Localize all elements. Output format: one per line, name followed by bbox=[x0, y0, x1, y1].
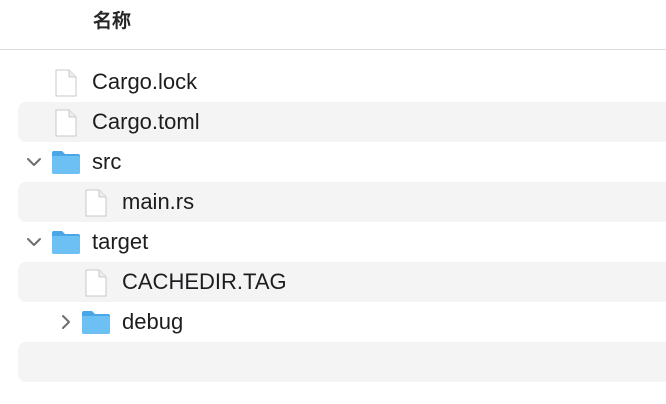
item-name: Cargo.lock bbox=[92, 69, 198, 94]
document-icon bbox=[81, 188, 111, 218]
item-name: main.rs bbox=[122, 189, 195, 214]
chevron-down-icon[interactable] bbox=[24, 152, 44, 172]
document-icon bbox=[51, 68, 81, 98]
chevron-right-icon[interactable] bbox=[56, 312, 76, 332]
folder-icon bbox=[50, 227, 80, 257]
file-list: Cargo.lock Cargo.toml src main.rs target… bbox=[0, 62, 666, 382]
finder-list-view: 名称 Cargo.lock Cargo.toml src main.rs tar… bbox=[0, 0, 666, 404]
item-name: Cargo.toml bbox=[92, 109, 200, 134]
list-item[interactable]: debug bbox=[18, 302, 666, 342]
no-disclosure bbox=[22, 112, 42, 132]
document-icon bbox=[51, 108, 81, 138]
list-item[interactable]: main.rs bbox=[18, 182, 666, 222]
list-item[interactable]: src bbox=[18, 142, 666, 182]
item-name: debug bbox=[122, 309, 184, 334]
name-column-header[interactable]: 名称 bbox=[93, 10, 131, 34]
chevron-down-icon[interactable] bbox=[24, 232, 44, 252]
document-icon bbox=[81, 268, 111, 298]
item-name: src bbox=[92, 149, 122, 174]
list-item[interactable]: Cargo.lock bbox=[18, 62, 666, 102]
no-disclosure bbox=[52, 272, 72, 292]
column-header[interactable]: 名称 bbox=[0, 0, 666, 50]
list-item[interactable]: target bbox=[18, 222, 666, 262]
folder-icon bbox=[80, 307, 110, 337]
folder-icon bbox=[50, 147, 80, 177]
list-item[interactable]: Cargo.toml bbox=[18, 102, 666, 142]
list-item[interactable]: CACHEDIR.TAG bbox=[18, 262, 666, 302]
item-name: target bbox=[92, 229, 149, 254]
no-disclosure bbox=[52, 192, 72, 212]
empty-row bbox=[18, 342, 666, 382]
no-disclosure bbox=[22, 72, 42, 92]
item-name: CACHEDIR.TAG bbox=[122, 269, 287, 294]
